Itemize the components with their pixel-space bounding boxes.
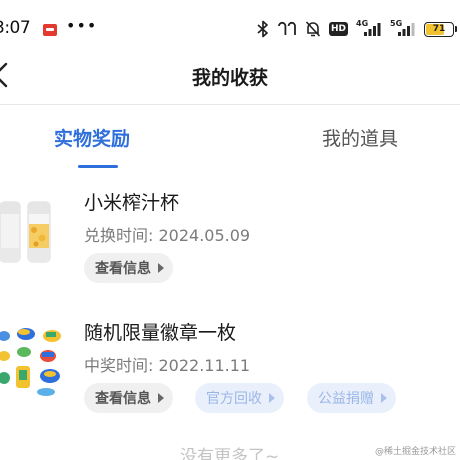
status-bar: 3:07 ••• HD 4G 5G xyxy=(0,14,460,40)
battery-percent: 71 xyxy=(432,23,446,34)
caret-right-icon xyxy=(158,263,164,273)
page-title: 我的收获 xyxy=(191,67,268,89)
status-icons: HD 4G 5G 71 xyxy=(249,19,457,38)
battery-icon: 71 xyxy=(424,21,457,37)
tab-my-items[interactable]: 我的道具 xyxy=(322,124,398,151)
charity-donate-button[interactable]: 公益捐赠 xyxy=(307,383,396,413)
no-more-text: 没有更多了~ xyxy=(180,447,280,460)
caret-right-icon xyxy=(381,393,387,403)
app-notification-icon xyxy=(43,24,57,36)
juicer-cup-image xyxy=(0,201,51,263)
mute-bell-icon xyxy=(305,21,321,37)
caret-right-icon xyxy=(158,393,164,403)
watermark: @稀土掘金技术社区 xyxy=(374,447,456,457)
active-tab-indicator xyxy=(78,165,118,168)
official-recycle-button[interactable]: 官方回收 xyxy=(195,383,284,413)
prize-time: 兑换时间: 2024.05.09 xyxy=(84,226,251,245)
header-divider xyxy=(0,104,460,105)
signal-5g-icon: 5G xyxy=(390,19,416,38)
hd-voice-icon: HD xyxy=(328,22,348,36)
prize-time: 中奖时间: 2022.11.11 xyxy=(84,356,251,375)
bluetooth-icon xyxy=(257,20,268,38)
tab-physical-rewards[interactable]: 实物奖励 xyxy=(54,124,130,151)
earbuds-icon xyxy=(278,21,296,35)
more-notifications-icon: ••• xyxy=(66,16,98,35)
status-time: 3:07 xyxy=(0,18,31,38)
view-info-button[interactable]: 查看信息 xyxy=(84,383,173,413)
top-app-bar: 我的收获 xyxy=(0,50,460,102)
view-info-button[interactable]: 查看信息 xyxy=(84,253,173,283)
prize-name: 小米榨汁杯 xyxy=(84,192,180,214)
prize-name: 随机限量徽章一枚 xyxy=(84,322,237,344)
signal-4g-icon: 4G xyxy=(356,19,382,38)
caret-right-icon xyxy=(269,393,275,403)
badge-collection-image xyxy=(0,328,61,396)
